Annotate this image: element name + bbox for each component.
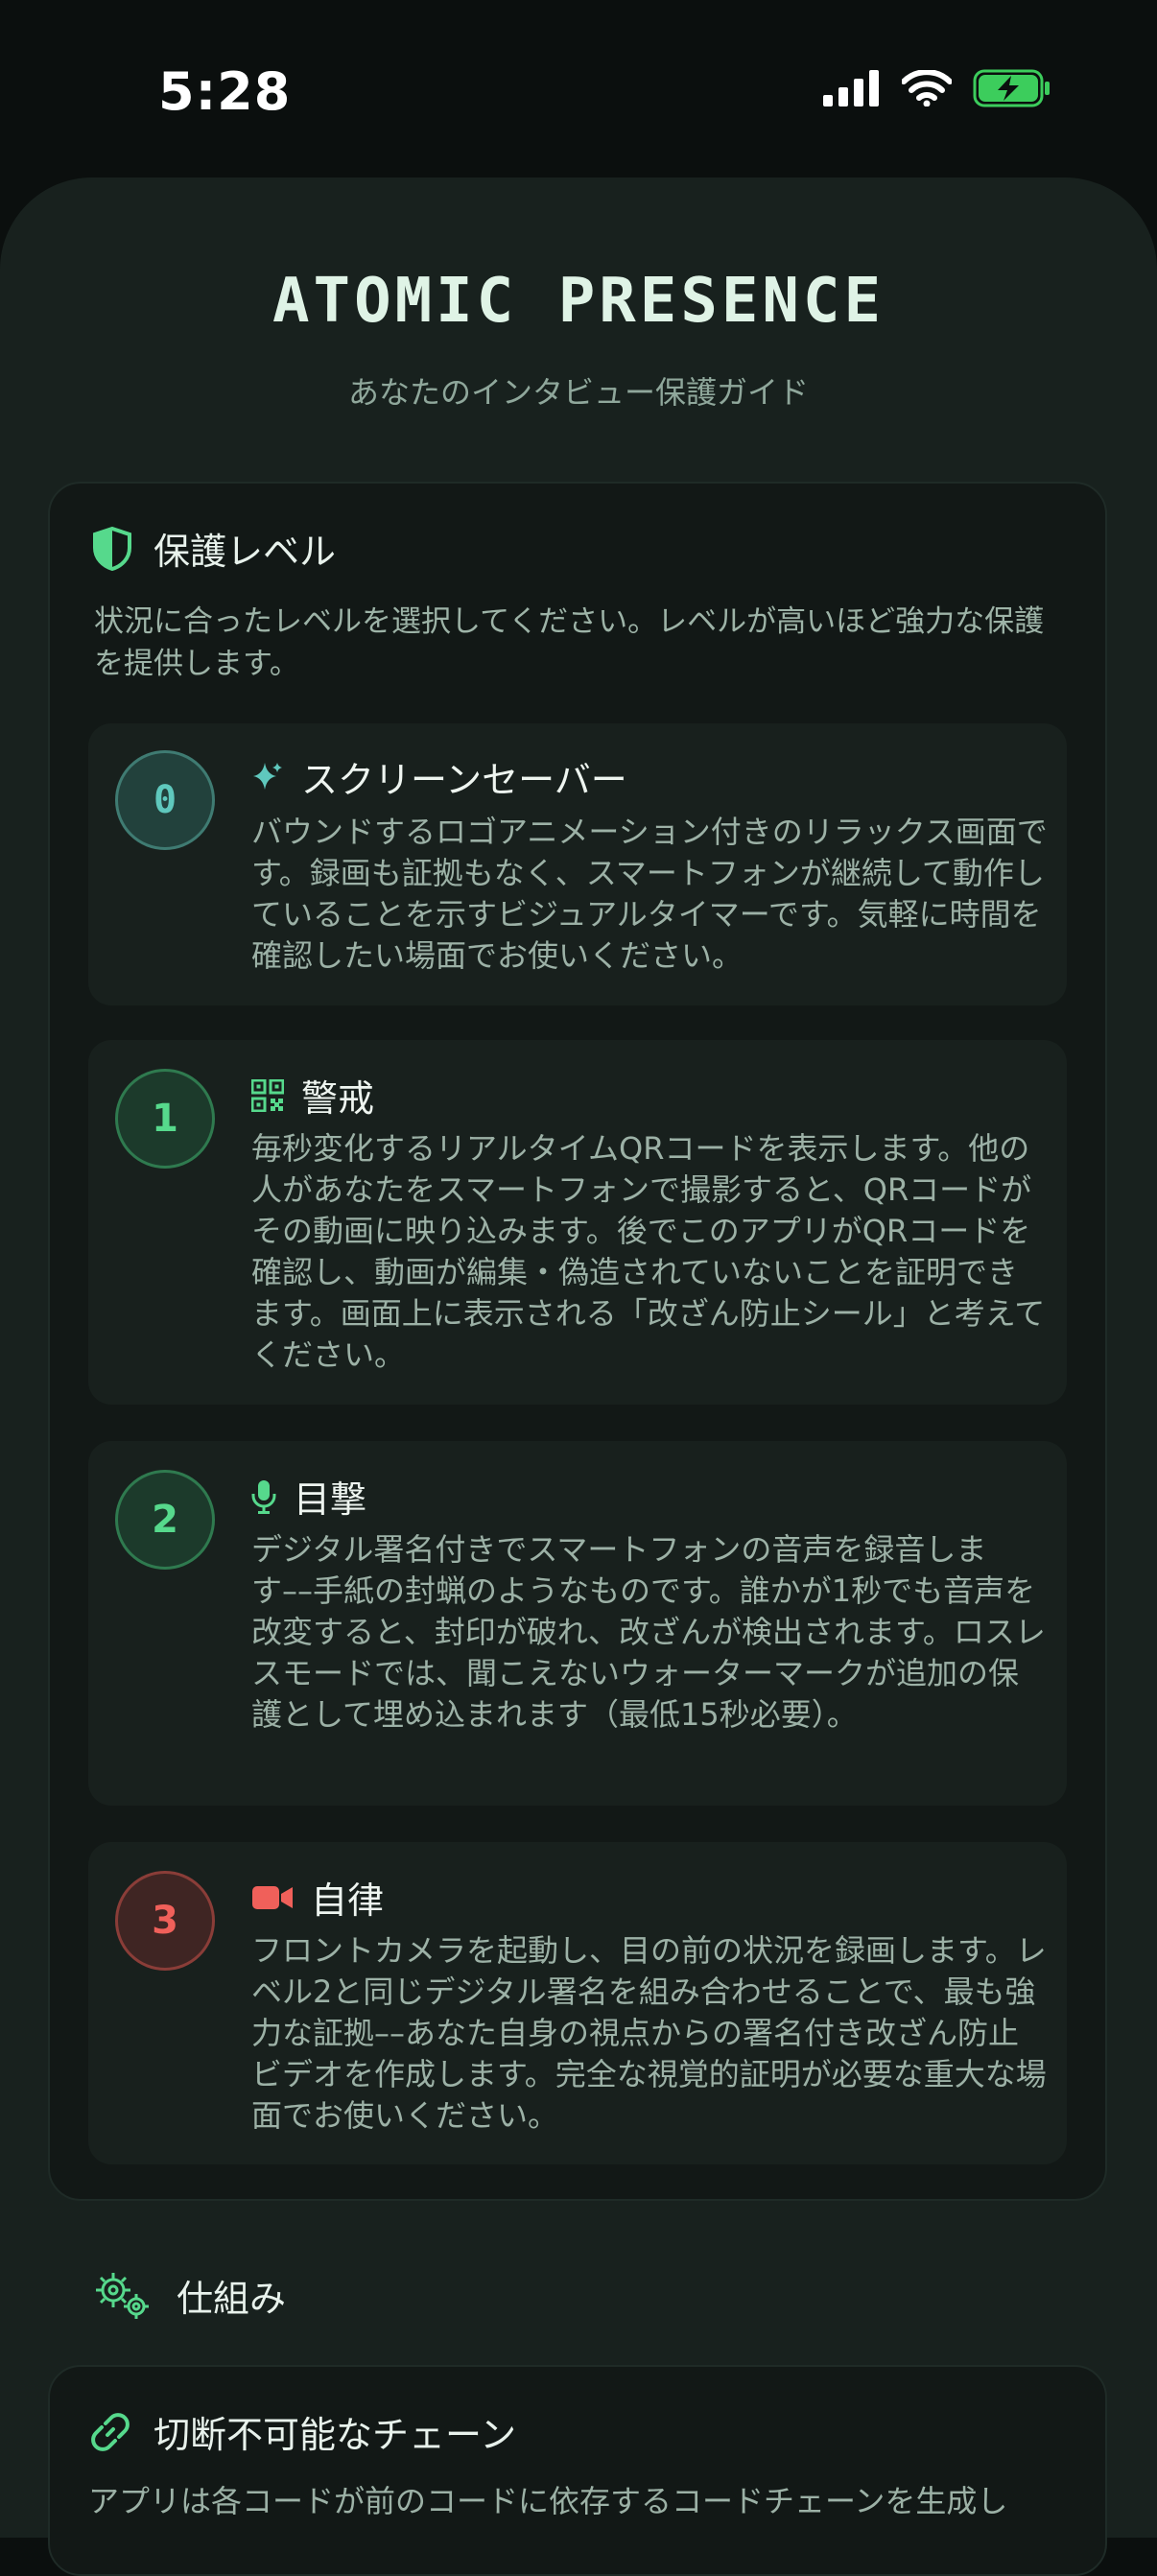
status-bar: 5:28 [0,0,1157,173]
how-it-works-header: 仕組み [94,2269,286,2322]
battery-charging-icon [973,69,1050,107]
level-number-badge: 0 [115,750,215,850]
qr-code-icon [251,1078,284,1112]
status-icons [823,69,1051,107]
app-title: ATOMIC PRESENCE [272,266,885,337]
level-header: スクリーンセーバー [251,750,627,803]
level-card-2[interactable]: 2 目撃 デジタル署名付きでスマートフォンの音声を録音します––手紙の封蝋のよう… [88,1441,1067,1806]
level-description: フロントカメラを起動し、目の前の状況を録画します。レベル2と同じデジタル署名を組… [251,1932,1047,2134]
level-card-0[interactable]: 0 スクリーンセーバー バウンドするロゴアニメーション付きのリラックス画面です。… [88,723,1067,1005]
level-title: 目撃 [294,1478,367,1521]
unbreakable-chain-title: 切断不可能なチェーン [153,2414,517,2456]
unbreakable-chain-header: 切断不可能なチェーン [88,2405,516,2458]
level-description: バウンドするロゴアニメーション付きのリラックス画面です。録画も証拠もなく、スマー… [251,814,1048,974]
level-header: 自律 [251,1871,384,1924]
level-title: 自律 [311,1879,385,1922]
shield-icon [93,526,131,571]
level-header: 警戒 [251,1069,374,1122]
microphone-icon [251,1479,276,1514]
level-description: 毎秒変化するリアルタイムQRコードを表示します。他の人があなたをスマートフォンで… [251,1130,1046,1373]
video-camera-icon [252,1885,293,1909]
level-description: デジタル署名付きでスマートフォンの音声を録音します––手紙の封蝋のようなものです… [251,1531,1046,1733]
unbreakable-chain-description: アプリは各コードが前のコードに依存するコードチェーンを生成し [88,2483,1008,2519]
status-time: 5:28 [158,61,292,122]
level-card-3[interactable]: 3 自律 フロントカメラを起動し、目の前の状況を録画します。レベル2と同じデジタ… [88,1842,1067,2164]
unbreakable-chain-panel: 切断不可能なチェーン アプリは各コードが前のコードに依存するコードチェーンを生成… [48,2365,1107,2576]
protection-levels-panel: 保護レベル 状況に合ったレベルを選択してください。レベルが高いほど強力な保護を提… [48,482,1107,2201]
cellular-signal-icon [823,70,879,106]
sparkle-icon [253,762,282,790]
protection-levels-header: 保護レベル [92,522,336,575]
link-icon [91,2412,130,2451]
level-card-1[interactable]: 1 警戒 毎秒変化するリアルタイムQRコードを表示します。他の人があなたをスマー… [88,1040,1067,1405]
level-number-badge: 1 [115,1069,215,1169]
level-title: スクリーンセーバー [301,759,627,801]
level-number-badge: 3 [115,1871,215,1971]
app-subtitle: あなたのインタビュー保護ガイド [347,374,809,411]
protection-levels-title: 保護レベル [153,531,337,573]
gears-icon [96,2272,149,2319]
level-number-badge: 2 [115,1470,215,1570]
wifi-icon [902,70,952,106]
how-it-works-title: 仕組み [177,2278,287,2320]
level-header: 目撃 [251,1470,366,1523]
protection-levels-description: 状況に合ったレベルを選択してください。レベルが高いほど強力な保護を提供します。 [94,604,1045,681]
level-title: 警戒 [301,1077,375,1120]
